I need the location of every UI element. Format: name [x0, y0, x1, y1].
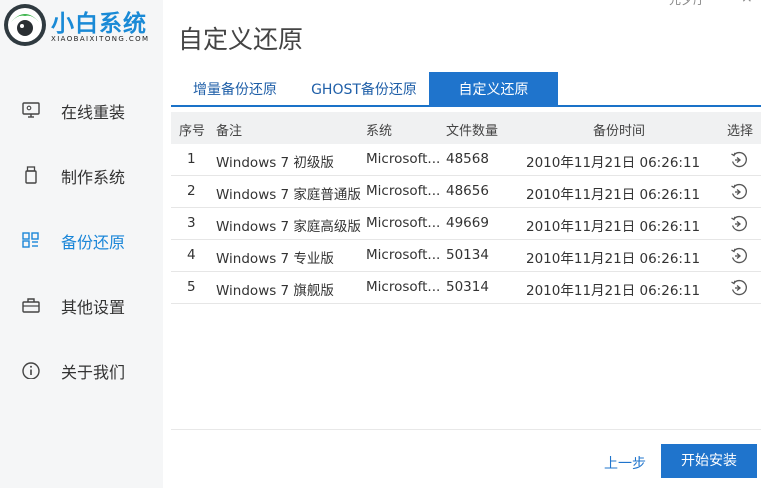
top-link[interactable]: 元夕厅 — [669, 0, 705, 8]
row-note: Windows 7 旗舰版 — [216, 283, 334, 299]
row-system: Microsoft... — [366, 247, 441, 263]
table-row[interactable]: 4 Windows 7 专业版 Microsoft... 50134 2010年… — [171, 240, 761, 272]
column-header-note: 备注 — [216, 124, 243, 139]
logo-subtitle: XIAOBAIXITONG.COM — [51, 35, 150, 43]
previous-step-link[interactable]: 上一步 — [604, 453, 646, 473]
row-index: 1 — [187, 151, 196, 167]
sidebar-item-make-system[interactable]: 制作系统 — [0, 155, 163, 195]
row-file-count: 48568 — [446, 151, 489, 167]
restore-icon[interactable] — [730, 151, 748, 169]
tab-ghost-restore[interactable]: GHOST备份还原 — [299, 72, 429, 107]
table-row[interactable]: 3 Windows 7 家庭高级版 Microsoft... 49669 201… — [171, 208, 761, 240]
row-system: Microsoft... — [366, 279, 441, 295]
close-icon[interactable]: × — [741, 0, 753, 6]
column-header-select: 选择 — [727, 124, 754, 139]
column-header-file-count: 文件数量 — [446, 124, 499, 139]
restore-icon[interactable] — [730, 247, 748, 265]
row-note: Windows 7 家庭普通版 — [216, 187, 361, 203]
tab-incremental-restore[interactable]: 增量备份还原 — [171, 72, 299, 107]
row-system: Microsoft... — [366, 215, 441, 231]
page-title: 自定义还原 — [178, 25, 304, 54]
info-icon — [22, 362, 40, 379]
app-logo: 小白系统 XIAOBAIXITONG.COM — [0, 0, 163, 62]
row-backup-time: 2010年11月21日 06:26:11 — [526, 219, 701, 235]
table-row[interactable]: 5 Windows 7 旗舰版 Microsoft... 50314 2010年… — [171, 272, 761, 304]
sidebar-item-other-settings[interactable]: 其他设置 — [0, 285, 163, 325]
sidebar-item-about-us[interactable]: 关于我们 — [0, 350, 163, 390]
row-backup-time: 2010年11月21日 06:26:11 — [526, 155, 701, 171]
row-system: Microsoft... — [366, 151, 441, 167]
sidebar-item-label: 制作系统 — [61, 168, 126, 187]
row-note: Windows 7 专业版 — [216, 251, 334, 267]
footer-divider — [171, 429, 761, 430]
row-file-count: 50314 — [446, 279, 489, 295]
column-header-backup-time: 备份时间 — [593, 124, 646, 139]
sidebar-item-online-reinstall[interactable]: 在线重装 — [0, 90, 163, 130]
column-header-system: 系统 — [366, 124, 393, 139]
start-install-button[interactable]: 开始安装 — [661, 444, 757, 478]
restore-icon[interactable] — [730, 215, 748, 233]
row-file-count: 49669 — [446, 215, 489, 231]
sidebar: 小白系统 XIAOBAIXITONG.COM 在线重装 制作系统 备份还原 其他… — [0, 0, 163, 488]
row-backup-time: 2010年11月21日 06:26:11 — [526, 251, 701, 267]
restore-icon[interactable] — [730, 183, 748, 201]
row-index: 5 — [187, 279, 196, 295]
row-note: Windows 7 家庭高级版 — [216, 219, 361, 235]
table-header: 序号 备注 系统 文件数量 备份时间 选择 — [171, 112, 761, 144]
row-file-count: 48656 — [446, 183, 489, 199]
row-index: 4 — [187, 247, 196, 263]
row-system: Microsoft... — [366, 183, 441, 199]
row-backup-time: 2010年11月21日 06:26:11 — [526, 283, 701, 299]
table-row[interactable]: 1 Windows 7 初级版 Microsoft... 48568 2010年… — [171, 144, 761, 176]
restore-icon[interactable] — [730, 279, 748, 297]
row-index: 3 — [187, 215, 196, 231]
sidebar-item-label: 在线重装 — [61, 103, 126, 122]
row-index: 2 — [187, 183, 196, 199]
column-header-index: 序号 — [179, 124, 206, 139]
row-backup-time: 2010年11月21日 06:26:11 — [526, 187, 701, 203]
row-file-count: 50134 — [446, 247, 489, 263]
sidebar-item-backup-restore[interactable]: 备份还原 — [0, 220, 163, 260]
backup-grid-icon — [22, 232, 39, 248]
monitor-icon — [22, 102, 40, 118]
sidebar-item-label: 备份还原 — [61, 233, 126, 252]
toolbox-icon — [22, 298, 40, 313]
sidebar-item-label: 关于我们 — [61, 363, 126, 382]
table-row[interactable]: 2 Windows 7 家庭普通版 Microsoft... 48656 201… — [171, 176, 761, 208]
sidebar-item-label: 其他设置 — [61, 298, 126, 317]
usb-drive-icon — [25, 166, 37, 184]
row-note: Windows 7 初级版 — [216, 155, 334, 171]
logo-icon — [4, 4, 46, 46]
tab-custom-restore[interactable]: 自定义还原 — [429, 72, 558, 107]
logo-title: 小白系统 — [51, 11, 147, 37]
tab-bar: 增量备份还原 GHOST备份还原 自定义还原 — [171, 72, 761, 107]
